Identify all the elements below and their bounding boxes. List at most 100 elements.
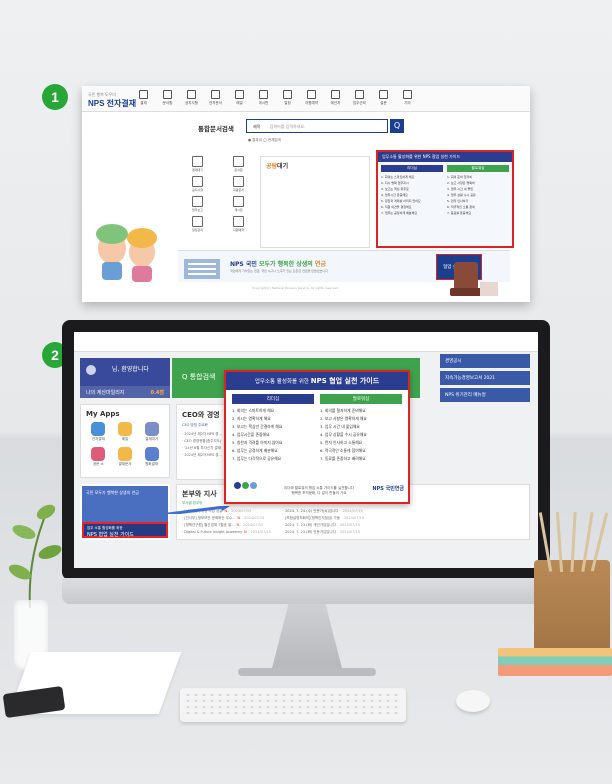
search-options[interactable]: ● 결과내 ◯ 전체검색 <box>248 138 281 143</box>
menu-icon <box>403 90 412 99</box>
banner-subtitle: 국민에게 가치있는 연금, 국민 누구나 노후가 있는 든든한 연금을 만들겠습… <box>230 269 328 273</box>
list-item[interactable]: · [인사부] 정보보안 문화확산 우수... N 2024/07/15 <box>182 515 271 522</box>
followership-header: 팔로워십 <box>447 165 509 172</box>
search-placeholder: 검색어를 입력하세요. <box>269 124 306 129</box>
menu-item-11[interactable]: 기타 <box>398 89 417 106</box>
quick-link-1[interactable]: 지속가능경영보고서 2021 <box>440 371 530 385</box>
list-item[interactable]: · 2024. 7. 23.(화) 인문가입입니다 2024/07/15 <box>283 529 364 536</box>
my-app-5[interactable]: 원화결재 <box>139 447 164 467</box>
menu-item-2[interactable]: 공지사항 <box>182 89 201 106</box>
app-icon <box>233 216 244 227</box>
app-icon <box>192 196 203 207</box>
item-date: 2024/07/15 <box>339 530 361 534</box>
menu-item-7[interactable]: 자원예약 <box>302 89 321 106</box>
nps-logo[interactable]: 국민 행복 도우미 NPS 전자결재 <box>88 92 136 109</box>
guide-popup-small[interactable]: 업무소통 활성화를 위한 NPS 협업 실천 가이드 리더십 1. 회의는 스마… <box>376 150 514 248</box>
menu-item-6[interactable]: 일정 <box>278 89 297 106</box>
app-icon <box>233 196 244 207</box>
menu-label: 메신저 <box>330 101 341 105</box>
menu-label: 공지사항 <box>185 101 198 105</box>
new-badge: N <box>236 523 240 527</box>
guide-line: 1. 회의를 철저하게 준비해요 <box>320 408 366 413</box>
quick-app-4[interactable]: 업무보고 <box>182 196 213 212</box>
my-app-2[interactable]: 결재대기 <box>139 422 164 442</box>
my-app-0[interactable]: 전자결재 <box>86 422 111 442</box>
item-date: 2024/07/15 <box>243 523 264 527</box>
item-title: · Digital & Future Insight Academy <box>182 530 243 534</box>
menu-item-0[interactable]: 결재 <box>134 89 153 106</box>
menu-label: 업무관리 <box>353 101 366 105</box>
keyboard <box>180 688 406 722</box>
quick-app-5[interactable]: 게시판 <box>223 196 254 212</box>
my-app-4[interactable]: 결재문서 <box>113 447 138 467</box>
item-title: · [정책연구원] 월간경제 7월호 발... <box>182 523 235 527</box>
leadership-header: 리더십 <box>381 165 443 172</box>
nps-footer-logo: NPS 국민연금 <box>372 486 404 492</box>
item-date: 2024/07/15 <box>231 509 252 513</box>
menu-icon <box>235 90 244 99</box>
quick-app-3[interactable]: 회람문서 <box>223 176 254 192</box>
quick-app-0[interactable]: 결재대기 <box>182 156 213 172</box>
logo-text: NPS 전자결재 <box>88 99 137 108</box>
notice-title: 공람대기 <box>266 163 289 170</box>
search-scope-select[interactable]: 제목 <box>253 124 260 129</box>
search-button[interactable]: Q <box>390 119 404 133</box>
item-date: 2024/07/15 <box>342 509 363 513</box>
guide-popup-large[interactable]: 업무소통 활성화를 위한 NPS 협업 실천 가이드 리더십 1. 회의는 스마… <box>224 370 410 504</box>
menu-item-9[interactable]: 업무관리 <box>350 89 369 106</box>
menu-item-3[interactable]: 전자문서 <box>206 89 225 106</box>
menu-label: 메일 <box>236 101 243 105</box>
quick-app-6[interactable]: 일정관리 <box>182 216 213 232</box>
menu-icon <box>211 90 220 99</box>
list-item[interactable]: · Digital & Future Insight Academy N 2024/… <box>182 529 271 536</box>
item-date: 2024/07/15 <box>343 516 365 520</box>
item-title: · 2024. 7. 23.(화) 개인가입입니다 <box>282 523 336 527</box>
menu-item-4[interactable]: 메일 <box>230 89 249 106</box>
search-title: 통합문서검색 <box>198 125 234 133</box>
profile-greeting: 님, 환영합니다 <box>111 366 149 373</box>
list-item[interactable]: · 2024. 7. 23.(화) 개인가입입니다 2024/07/15 <box>283 522 364 529</box>
notice-panel: 공람대기 <box>260 156 370 248</box>
my-app-3[interactable]: 공문 소 <box>86 447 111 467</box>
guide-line: 7. 동료를 존중해요 <box>447 211 472 215</box>
guide-line: 7. 동료를 존중하고 배려해요 <box>320 456 366 461</box>
guide-line: 7. 업무는 공정하게 배분해요 <box>381 211 418 215</box>
quick-app-2[interactable]: 공지사항 <box>182 176 213 192</box>
menu-label: 결재 <box>140 101 147 105</box>
menu-label: 게시판 <box>258 101 269 105</box>
mouse <box>456 690 490 712</box>
app-label: 메일 <box>121 437 129 441</box>
app-icon <box>117 447 132 461</box>
search-input[interactable]: 제목 검색어를 입력하세요. <box>246 119 388 133</box>
quick-link-0[interactable]: 경영공시 <box>440 354 530 368</box>
guide-line: 1. 회의는 스마트하게 해요 <box>232 408 275 413</box>
app-label: 공문 소 <box>92 462 104 466</box>
guide-line: 6. 업무는 공정하게 배분해요 <box>232 448 278 453</box>
guide-side-banner[interactable]: 국민 모두가 행복한 상생의 연금 업무 소통 활성화를 위한 NPS 협업 실… <box>80 484 170 540</box>
guide-side-button[interactable]: 업무 소통 활성화를 위한 NPS 협업 실천 가이드 <box>82 522 168 538</box>
guide-side-label: NPS 협업 실천 가이드 <box>87 532 134 538</box>
my-app-1[interactable]: 메일 <box>113 422 138 442</box>
quick-link-2[interactable]: NPS 위기관리 매뉴얼 <box>440 388 530 402</box>
guide-line: 6. 적극적인 소통에 참여해요 <box>320 448 366 453</box>
app-icon <box>192 156 203 167</box>
profile-card[interactable]: 님, 환영합니다 나의 계산마일리지 0.4점 <box>80 358 170 398</box>
list-item[interactable]: · [보험설명처회의](정책인지점검) 가동 2024/07/15 <box>283 515 364 522</box>
menu-icon <box>379 90 388 99</box>
menu-item-1[interactable]: 문서함 <box>158 89 177 106</box>
list-item[interactable]: · [정책연구원] 월간경제 7월호 발... N 2024/07/15 <box>182 522 271 529</box>
app-label: 공지사항 <box>191 188 204 192</box>
menu-item-10[interactable]: 설문 <box>374 89 393 106</box>
side-banner-text: 국민 모두가 행복한 상생의 연금 <box>86 490 139 495</box>
quick-app-7[interactable]: 자원예약 <box>223 216 254 232</box>
pointer-arrow <box>168 506 230 514</box>
quick-app-1[interactable]: 문서함 <box>223 156 254 172</box>
menu-item-5[interactable]: 게시판 <box>254 89 273 106</box>
guide-line: 2. 보고 사항은 명확하게 해요 <box>320 416 367 421</box>
guide-large-head: 업무소통 활성화를 위한 NPS 협업 실천 가이드 <box>226 372 408 390</box>
menu-item-8[interactable]: 메신저 <box>326 89 345 106</box>
list-item[interactable]: · 2024. 7. 24.(수) 인문가(씨)입니다 2024/07/15 <box>283 508 364 515</box>
item-title: · [보험설명처회의](정책인지점검) 가동 <box>282 516 340 520</box>
app-label: 전자결재 <box>91 437 105 441</box>
monitor-stand <box>270 604 344 676</box>
